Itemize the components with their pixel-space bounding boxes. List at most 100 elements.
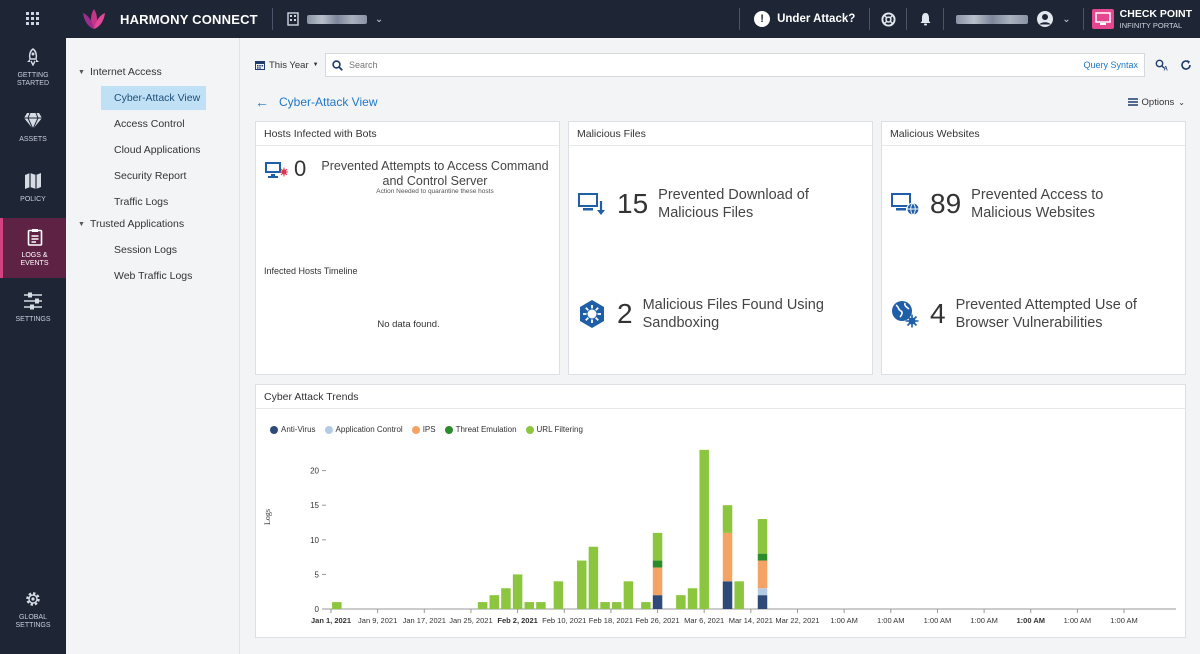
chevron-down-icon: ⌄ xyxy=(374,13,384,25)
lotus-icon xyxy=(83,9,105,29)
nav-assets[interactable]: ASSETS xyxy=(0,98,66,158)
user-menu[interactable]: ⌄ xyxy=(944,10,1082,28)
x-tick-label: 1:00 AM xyxy=(1064,616,1092,625)
nav-logs-events[interactable]: LOGS & EVENTS xyxy=(0,218,66,278)
chevron-down-icon: ⌄ xyxy=(1178,97,1185,107)
bar-segment xyxy=(757,553,768,561)
bar-segment xyxy=(600,602,610,609)
subnav-item-web-traffic-logs[interactable]: Web Traffic Logs xyxy=(101,264,206,288)
under-attack-button[interactable]: ! Under Attack? xyxy=(740,11,869,27)
stat-number: 2 xyxy=(617,298,633,330)
bar-segment xyxy=(734,581,744,609)
query-syntax-link[interactable]: Query Syntax xyxy=(1083,60,1138,70)
subnav-item-cyber-attack-view[interactable]: Cyber-Attack View xyxy=(101,86,206,110)
card-title: Hosts Infected with Bots xyxy=(256,122,559,146)
stat-browser-vulnerabilities[interactable]: 4 Prevented Attempted Use of Browser Vul… xyxy=(890,296,1137,332)
bar-segment xyxy=(536,602,546,609)
subnav-item-access-control[interactable]: Access Control xyxy=(101,112,206,136)
card-cyber-attack-trends: Cyber Attack Trends Anti-Virus Applicati… xyxy=(255,384,1186,638)
subnav-group-internet-access[interactable]: ▼ Internet Access xyxy=(66,64,239,80)
stat-number: 89 xyxy=(930,188,962,220)
bar-segment xyxy=(652,567,663,596)
nav-label: STARTED xyxy=(16,80,50,87)
timeline-title: Infected Hosts Timeline xyxy=(264,266,358,276)
nav-label: SETTINGS xyxy=(15,315,51,323)
stat-label: Malicious Files Found Using Sandboxing xyxy=(643,296,824,332)
bar-segment xyxy=(641,602,651,609)
y-tick-label: 15 xyxy=(310,501,319,510)
sliders-icon xyxy=(24,292,42,310)
sub-nav: ▼ Internet Access Cyber-Attack View Acce… xyxy=(66,38,240,654)
x-tick-label: 1:00 AM xyxy=(924,616,952,625)
stat-prevented-downloads[interactable]: 15 Prevented Download of Malicious Files xyxy=(577,186,809,222)
refresh-button[interactable] xyxy=(1175,53,1197,77)
timeframe-selector[interactable]: This Year ▼ xyxy=(255,60,325,71)
y-tick-label: 0 xyxy=(315,605,320,614)
nav-global-settings[interactable]: GLOBAL SETTINGS xyxy=(0,580,66,640)
options-menu[interactable]: Options ⌄ xyxy=(1127,96,1185,108)
stat-label: Prevented Access to Malicious Websites xyxy=(971,186,1103,222)
checkpoint-portal-link[interactable]: CHECK POINT INFINITY PORTAL xyxy=(1084,9,1200,29)
subnav-group-trusted-applications[interactable]: ▼ Trusted Applications xyxy=(66,216,239,232)
back-arrow-icon[interactable]: ← xyxy=(255,94,269,110)
bar-segment xyxy=(611,602,622,609)
stat-sandboxing[interactable]: 2 Malicious Files Found Using Sandboxing xyxy=(577,296,824,332)
bar-segment xyxy=(757,519,768,554)
bar-segment xyxy=(524,602,535,609)
brand-subtitle: INFINITY PORTAL xyxy=(1119,20,1183,30)
gear-icon xyxy=(26,592,40,606)
bar-segment xyxy=(722,532,733,582)
bar-segment xyxy=(757,560,768,589)
alert-icon: ! xyxy=(754,11,771,27)
stat-label-line: Prevented Download of xyxy=(658,187,809,203)
subnav-item-session-logs[interactable]: Session Logs xyxy=(101,238,206,262)
x-tick-label: 1:00 AM xyxy=(877,616,905,625)
refresh-icon xyxy=(1181,60,1191,70)
main-content: This Year ▼ Query Syntax A ← Cyber-Attac… xyxy=(241,38,1200,654)
bar-segment xyxy=(501,588,511,609)
caret-down-icon: ▼ xyxy=(312,62,319,68)
bar-segment xyxy=(687,588,698,609)
x-tick-label: Mar 14, 2021 xyxy=(729,616,773,625)
under-attack-label: Under Attack? xyxy=(777,13,856,25)
case-sensitive-button[interactable]: A xyxy=(1151,53,1173,77)
bar-segment xyxy=(722,581,733,609)
nav-settings[interactable]: SETTINGS xyxy=(0,278,66,338)
x-tick-label: 1:00 AM xyxy=(830,616,858,625)
stat-label: Prevented Attempted Use of Browser Vulne… xyxy=(956,296,1137,332)
divider xyxy=(271,8,273,30)
stat-label-line: Malicious Files xyxy=(658,205,754,222)
trend-chart: Logs 0 5 10 15 20 Jan 1, 2021 Jan 9, 2021 Jan 17… xyxy=(263,449,1176,625)
bots-label: Prevented Attempts to Access Command and… xyxy=(321,159,549,188)
stat-label-line: Prevented Access to xyxy=(971,187,1104,203)
options-label: Options xyxy=(1141,96,1175,108)
app-launcher-icon[interactable] xyxy=(0,0,66,38)
subnav-item-security-report[interactable]: Security Report xyxy=(101,164,206,188)
bell-icon[interactable] xyxy=(907,12,943,26)
download-monitor-icon xyxy=(578,193,605,216)
no-data-message: No data found. xyxy=(377,319,440,330)
y-tick-label: 20 xyxy=(310,467,319,476)
y-axis-label: Logs xyxy=(263,509,272,525)
card-hosts-infected: Hosts Infected with Bots 0 Prevented Att… xyxy=(255,121,560,375)
bar-segment xyxy=(623,581,634,609)
bots-count: 0 xyxy=(294,156,307,181)
user-name-redacted xyxy=(956,14,1029,24)
building-icon xyxy=(287,12,299,26)
search-input[interactable] xyxy=(349,60,1084,70)
x-tick-label: Feb 18, 2021 xyxy=(589,616,633,625)
tenant-selector[interactable]: ⌄ xyxy=(287,12,383,26)
x-tick-label: Jan 9, 2021 xyxy=(358,616,397,625)
nav-policy[interactable]: POLICY xyxy=(0,158,66,218)
subnav-group-label: Internet Access xyxy=(89,66,162,78)
globe-bug-icon xyxy=(892,301,919,328)
bar-segment xyxy=(757,588,768,596)
checkpoint-logo-icon xyxy=(1091,9,1114,29)
subnav-item-cloud-applications[interactable]: Cloud Applications xyxy=(101,138,206,162)
harmony-logo[interactable]: HARMONY CONNECT xyxy=(66,0,258,38)
help-icon[interactable] xyxy=(870,11,906,27)
subnav-item-traffic-logs[interactable]: Traffic Logs xyxy=(101,190,206,214)
stat-prevented-access[interactable]: 89 Prevented Access to Malicious Website… xyxy=(890,186,1103,222)
search-box[interactable]: Query Syntax xyxy=(325,53,1145,77)
nav-getting-started[interactable]: GETTING STARTED xyxy=(0,38,66,98)
